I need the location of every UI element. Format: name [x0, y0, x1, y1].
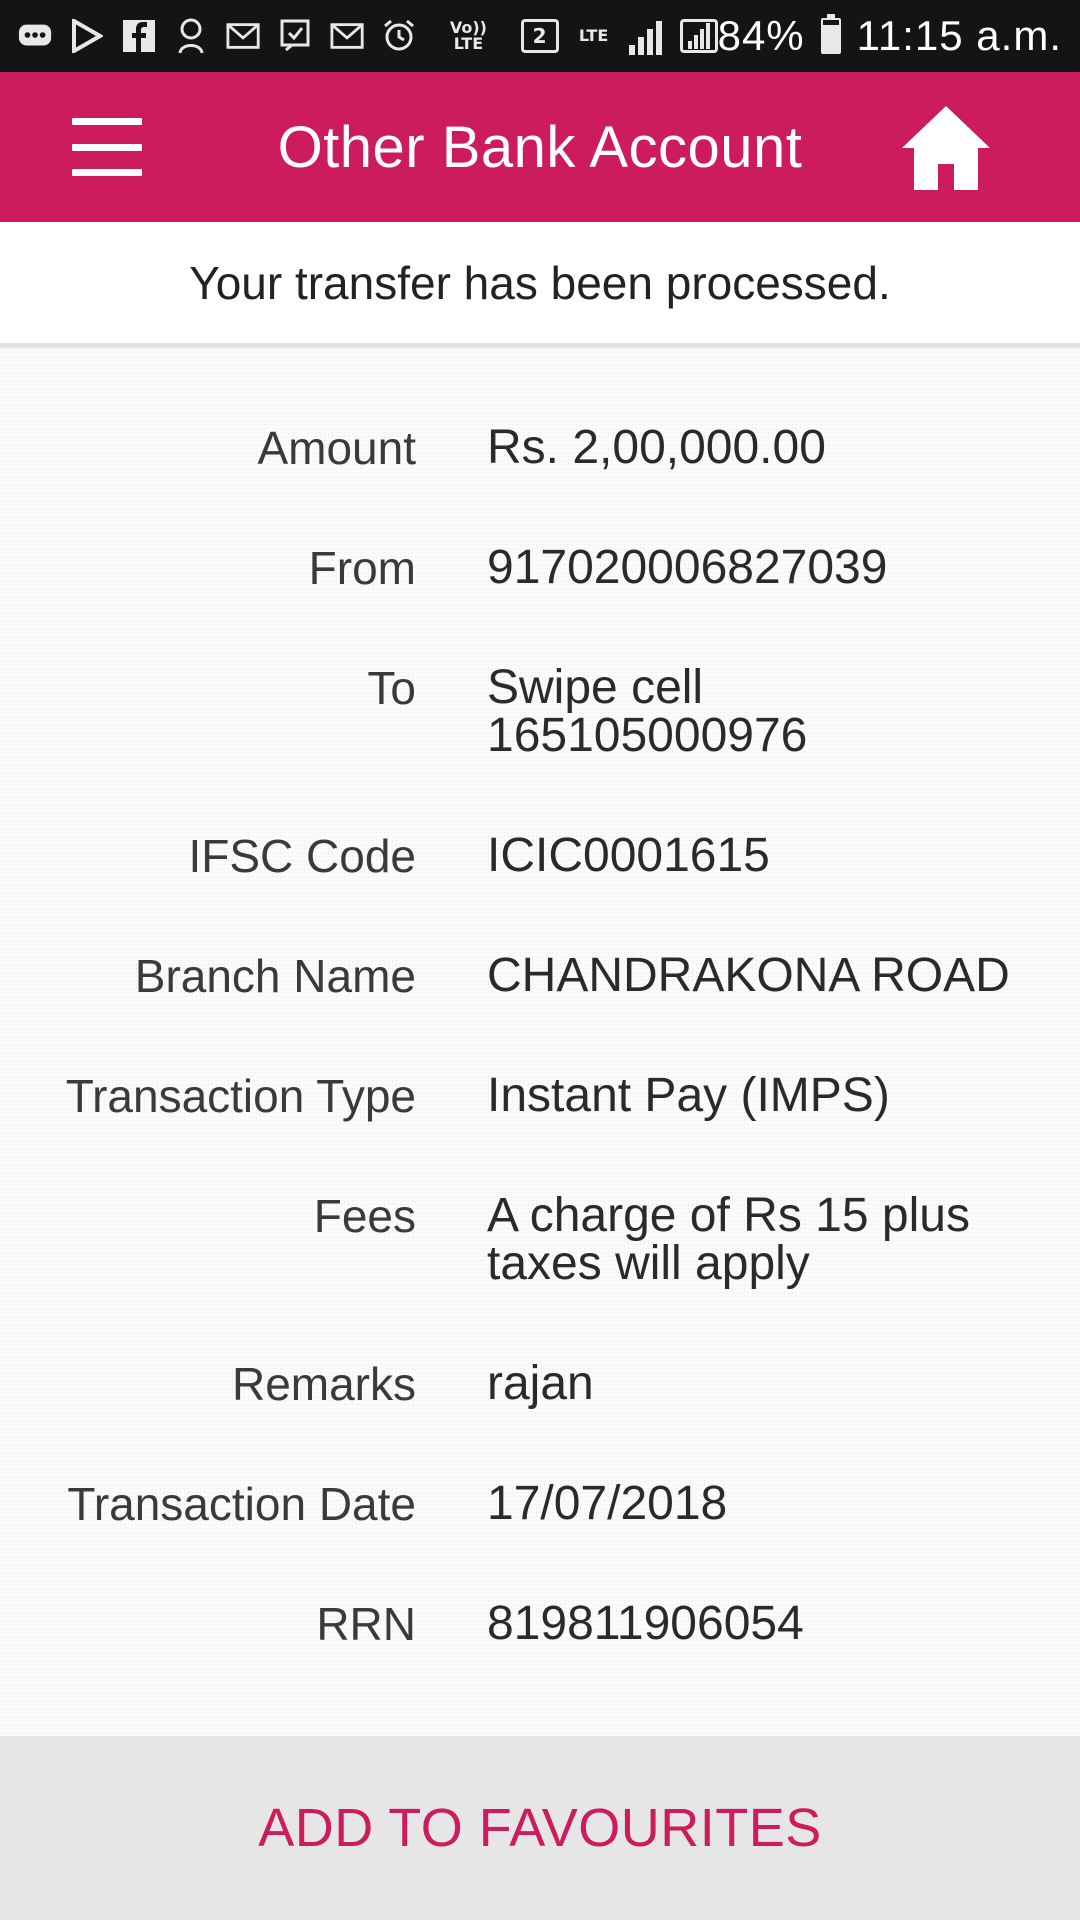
play-store-icon: [70, 16, 104, 56]
confirmation-banner: Your transfer has been processed.: [0, 222, 1080, 348]
notification-icons: Vo)) LTE 2 LTE: [18, 16, 718, 56]
detail-value: 819811906054: [487, 1597, 804, 1650]
battery-level: [822, 25, 839, 52]
add-to-favourites-label: ADD TO FAVOURITES: [258, 1798, 822, 1858]
detail-value-line: A charge of Rs 15 plus: [487, 1189, 970, 1242]
detail-label: Remarks: [231, 1358, 416, 1410]
lte-icon: LTE: [578, 26, 609, 45]
gmail-icon: [226, 16, 260, 56]
detail-label: IFSC Code: [188, 830, 416, 882]
detail-value: Instant Pay (IMPS): [487, 1069, 890, 1122]
sticker-icon: [174, 16, 208, 56]
detail-value: Swipe cell 165105000976: [487, 664, 1062, 760]
sim-2-icon: 2: [520, 19, 559, 53]
notification-icon: [278, 16, 312, 56]
detail-value: CHANDRAKONA ROAD: [487, 949, 1010, 1002]
battery-icon: [820, 14, 841, 54]
detail-value: Rs. 2,00,000.00: [487, 421, 826, 474]
facebook-icon: [122, 16, 156, 56]
confirmation-message: Your transfer has been processed.: [189, 256, 891, 309]
signal-icon: [628, 17, 662, 55]
detail-label: Transaction Type: [65, 1070, 416, 1122]
alarm-icon: [382, 16, 416, 56]
add-to-favourites-button[interactable]: ADD TO FAVOURITES: [0, 1736, 1080, 1920]
app-bar: Other Bank Account: [0, 72, 1080, 222]
detail-label: Branch Name: [134, 950, 416, 1002]
detail-value-line: Swipe cell: [487, 661, 704, 714]
detail-value: ICIC0001615: [487, 829, 770, 882]
detail-label: Transaction Date: [67, 1478, 416, 1530]
volte-icon: Vo)) LTE: [449, 18, 487, 53]
message-icon: [18, 16, 52, 56]
detail-value-line: 165105000976: [487, 709, 808, 762]
detail-value: A charge of Rs 15 plus taxes will apply: [487, 1192, 1062, 1288]
detail-label: To: [367, 662, 416, 714]
transfer-details: Amount Rs. 2,00,000.00 From 917020006827039…: [0, 348, 1080, 1736]
gmail-icon: [330, 16, 364, 56]
hamburger-menu-icon[interactable]: [72, 118, 142, 176]
detail-value: rajan: [487, 1357, 594, 1410]
status-right: 84% 11:15 a.m.: [718, 12, 1062, 60]
status-bar: Vo)) LTE 2 LTE 84% 11:15 a.m.: [0, 0, 1080, 72]
detail-value-line: taxes will apply: [487, 1237, 810, 1290]
signal-icon: [679, 19, 718, 53]
detail-value: 17/07/2018: [487, 1477, 728, 1530]
detail-label: RRN: [316, 1598, 416, 1650]
detail-label: Fees: [313, 1190, 416, 1242]
detail-label: From: [308, 542, 416, 594]
page-title: Other Bank Account: [277, 114, 803, 180]
battery-percentage: 84%: [717, 12, 805, 59]
clock: 11:15 a.m.: [856, 12, 1062, 59]
detail-value: 917020006827039: [487, 541, 888, 594]
detail-label: Amount: [257, 422, 416, 474]
home-icon[interactable]: [898, 102, 994, 194]
